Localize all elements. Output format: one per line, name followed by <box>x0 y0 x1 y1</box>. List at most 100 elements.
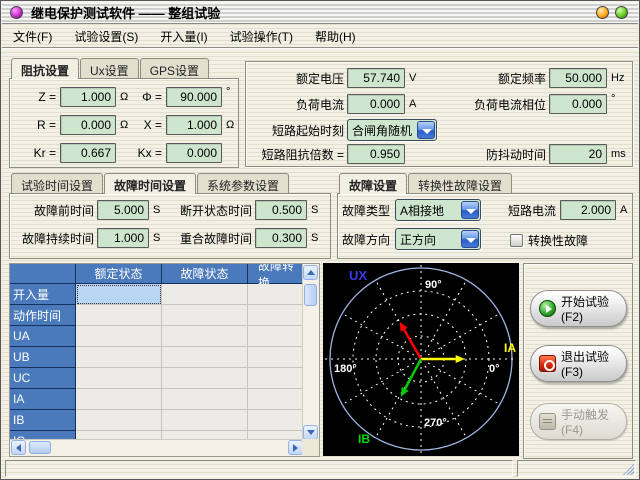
fault-tabstrip: 故障设置 转换性故障设置 <box>339 173 513 194</box>
fault-direction-dropdown-button[interactable] <box>461 230 479 248</box>
kr-input[interactable]: 0.667 <box>60 143 116 163</box>
short-current-label: 短路电流 <box>508 202 556 219</box>
tab-fault-settings[interactable]: 故障设置 <box>339 173 407 194</box>
table-cell[interactable] <box>162 410 248 431</box>
row-label-ua[interactable]: UA <box>10 326 76 347</box>
phi-label: Φ = <box>126 90 162 104</box>
row-label-ub[interactable]: UB <box>10 347 76 368</box>
status-bar-right <box>517 460 636 477</box>
horizontal-scroll-thumb[interactable] <box>29 441 51 454</box>
table-cell[interactable] <box>248 368 304 389</box>
load-phase-unit: ° <box>611 93 615 105</box>
fault-direction-dropdown[interactable]: 正方向 <box>395 228 481 250</box>
table-cell[interactable] <box>248 410 304 431</box>
arrow-left-icon <box>16 444 21 452</box>
row-label-uc[interactable]: UC <box>10 368 76 389</box>
scroll-left-button[interactable] <box>11 440 26 455</box>
z-label: Z = <box>16 90 56 104</box>
table-cell[interactable] <box>162 389 248 410</box>
x-input[interactable]: 1.000 <box>166 115 222 135</box>
ia-axis-label: IA <box>504 341 516 355</box>
exit-test-button[interactable]: 退出试验(F3) <box>530 345 627 382</box>
phi-input[interactable]: 90.000 <box>166 87 222 107</box>
open-state-time-input[interactable]: 0.500 <box>255 200 307 220</box>
title-bar[interactable]: 继电保护测试软件 —— 整组试验 <box>2 2 638 24</box>
fault-duration-input[interactable]: 1.000 <box>97 228 149 248</box>
table-cell[interactable] <box>76 347 162 368</box>
row-label-binary-input[interactable]: 开入量 <box>10 284 76 305</box>
table-cell[interactable] <box>162 326 248 347</box>
vertical-scroll-thumb[interactable] <box>304 284 317 306</box>
table-cell[interactable] <box>76 389 162 410</box>
column-header-rated-state[interactable]: 额定状态 <box>76 264 162 284</box>
scroll-right-button[interactable] <box>288 440 303 455</box>
vector-diagram: UX 90° IA 0° 180° 270° IB <box>323 263 519 456</box>
load-current-label: 负荷电流 <box>248 96 344 113</box>
menu-test-settings[interactable]: 试验设置(S) <box>63 25 149 48</box>
impedance-panel-body: Z = 1.000 Ω Φ = 90.000 ° R = 0.000 Ω X =… <box>9 78 239 168</box>
load-current-input[interactable]: 0.000 <box>347 94 405 114</box>
table-vertical-scrollbar[interactable] <box>302 264 319 441</box>
tab-convert-fault-settings[interactable]: 转换性故障设置 <box>408 173 512 193</box>
fault-type-dropdown-button[interactable] <box>461 201 479 219</box>
resize-grip[interactable] <box>621 462 634 475</box>
row-label-ib[interactable]: IB <box>10 410 76 431</box>
column-header-fault-convert[interactable]: 故障转换 <box>248 264 304 284</box>
prefault-time-input[interactable]: 5.000 <box>97 200 149 220</box>
table-cell[interactable] <box>248 284 304 305</box>
row-label-ia[interactable]: IA <box>10 389 76 410</box>
table-cell[interactable] <box>248 305 304 326</box>
table-horizontal-scrollbar[interactable] <box>10 439 304 456</box>
table-cell[interactable] <box>162 284 248 305</box>
table-cell[interactable] <box>76 326 162 347</box>
tab-gps-settings[interactable]: GPS设置 <box>140 58 209 78</box>
scroll-up-button[interactable] <box>303 265 318 280</box>
rated-freq-input[interactable]: 50.000 <box>549 68 607 88</box>
impedance-mult-input[interactable]: 0.950 <box>347 144 405 164</box>
table-cell[interactable] <box>162 368 248 389</box>
table-cell[interactable] <box>76 410 162 431</box>
z-input[interactable]: 1.000 <box>60 87 116 107</box>
row-label-action-time[interactable]: 动作时间 <box>10 305 76 326</box>
debounce-input[interactable]: 20 <box>549 144 607 164</box>
timing-panel: 试验时间设置 故障时间设置 系统参数设置 故障前时间 5.000 S 断开状态时… <box>9 173 331 259</box>
chevron-down-icon <box>422 129 432 134</box>
menu-help[interactable]: 帮助(H) <box>304 25 367 48</box>
column-header-fault-state[interactable]: 故障状态 <box>162 264 248 284</box>
fault-direction-label: 故障方向 <box>342 231 390 248</box>
short-current-input[interactable]: 2.000 <box>560 200 616 220</box>
reclose-fault-time-input[interactable]: 0.300 <box>255 228 307 248</box>
menu-binary-input[interactable]: 开入量(I) <box>149 25 218 48</box>
table-cell[interactable] <box>248 389 304 410</box>
deg-90-label: 90° <box>425 279 442 291</box>
chevron-down-icon <box>466 209 476 214</box>
table-cell[interactable] <box>76 305 162 326</box>
load-phase-input[interactable]: 0.000 <box>549 94 607 114</box>
r-input[interactable]: 0.000 <box>60 115 116 135</box>
rated-voltage-input[interactable]: 57.740 <box>347 68 405 88</box>
close-button[interactable] <box>615 6 628 19</box>
tab-ux-settings[interactable]: Ux设置 <box>80 58 139 78</box>
menu-file[interactable]: 文件(F) <box>2 25 63 48</box>
short-start-dropdown-button[interactable] <box>417 121 435 139</box>
tab-test-time[interactable]: 试验时间设置 <box>11 173 103 193</box>
start-test-button[interactable]: 开始试验(F2) <box>530 290 627 327</box>
table-cell[interactable] <box>76 284 162 305</box>
table-cell[interactable] <box>248 326 304 347</box>
scroll-down-button[interactable] <box>303 425 318 440</box>
table-cell[interactable] <box>76 368 162 389</box>
tab-impedance-settings[interactable]: 阻抗设置 <box>11 58 79 79</box>
fault-type-dropdown[interactable]: A相接地 <box>395 199 481 221</box>
minimize-button[interactable] <box>596 6 609 19</box>
manual-trigger-button: 手动触发(F4) <box>530 403 627 440</box>
table-cell[interactable] <box>162 347 248 368</box>
kx-input[interactable]: 0.000 <box>166 143 222 163</box>
short-start-dropdown[interactable]: 合闸角随机 <box>347 119 437 141</box>
tab-fault-time[interactable]: 故障时间设置 <box>104 173 196 194</box>
table-header-row: 额定状态 故障状态 故障转换 <box>10 264 304 284</box>
table-cell[interactable] <box>162 305 248 326</box>
table-cell[interactable] <box>248 347 304 368</box>
convert-fault-checkbox[interactable] <box>510 234 523 247</box>
menu-test-operation[interactable]: 试验操作(T) <box>219 25 304 48</box>
tab-system-params[interactable]: 系统参数设置 <box>197 173 289 193</box>
